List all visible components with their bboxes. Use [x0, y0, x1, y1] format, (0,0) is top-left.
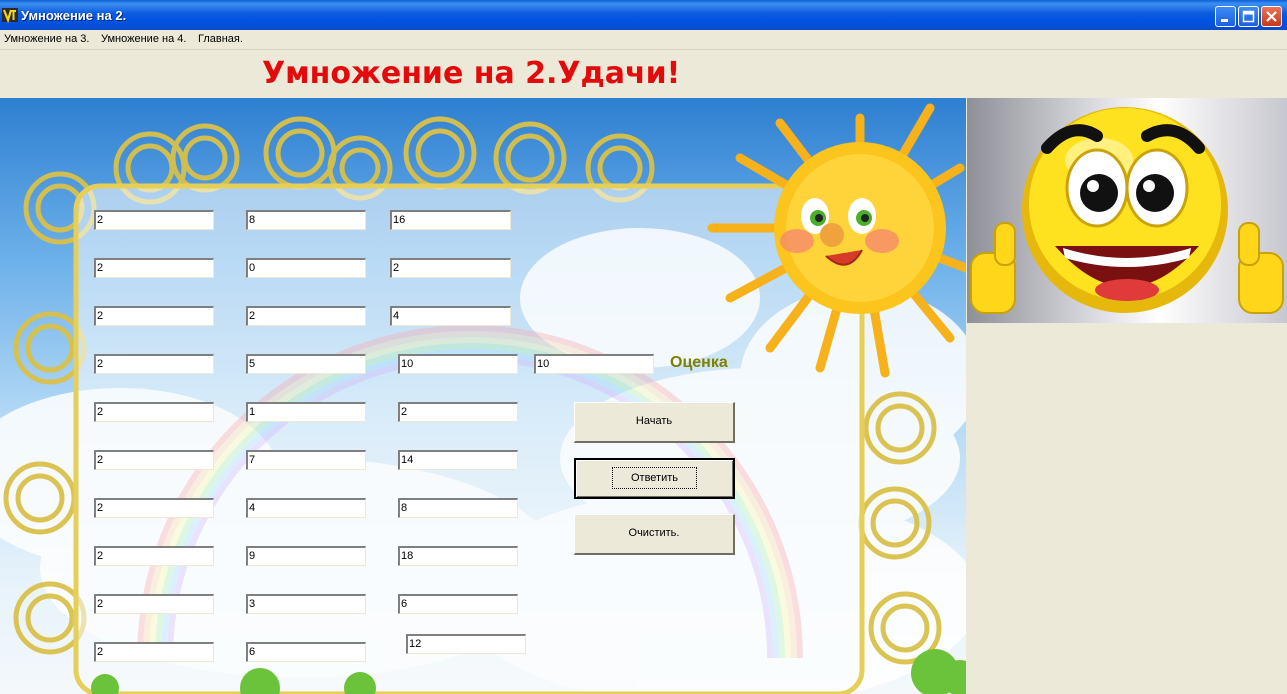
answer-field[interactable]: 10	[398, 354, 518, 374]
answer-field[interactable]: 18	[398, 546, 518, 566]
multiplier-field[interactable]: 9	[246, 546, 366, 566]
multiplier-field[interactable]: 2	[246, 306, 366, 326]
answer-field[interactable]: 16	[390, 210, 511, 230]
grade-field[interactable]: 10	[534, 354, 654, 374]
menu-item-multiply-4[interactable]: Умножение на 4.	[101, 33, 186, 45]
window-title: Умножение на 2.	[21, 8, 127, 23]
menu-item-home[interactable]: Главная.	[198, 33, 243, 45]
multiplicand-field[interactable]: 2	[94, 306, 214, 326]
maximize-button[interactable]	[1238, 6, 1259, 27]
answer-field[interactable]: 2	[390, 258, 511, 278]
multiplicand-field[interactable]: 2	[94, 210, 214, 230]
multiplicand-field[interactable]: 2	[94, 546, 214, 566]
start-button[interactable]: Начать	[574, 402, 735, 443]
close-button[interactable]	[1261, 6, 1282, 27]
answer-button-label: Ответить	[611, 467, 698, 489]
multiplicand-field[interactable]: 2	[94, 594, 214, 614]
multiplier-field[interactable]: 7	[246, 450, 366, 470]
multiplicand-field[interactable]: 2	[94, 450, 214, 470]
multiplier-field[interactable]: 4	[246, 498, 366, 518]
app-logo-icon	[2, 8, 18, 23]
answer-field[interactable]: 6	[398, 594, 518, 614]
multiplier-field[interactable]: 0	[246, 258, 366, 278]
multiplicand-field[interactable]: 2	[94, 642, 214, 662]
minimize-icon	[1221, 19, 1228, 22]
multiplier-field[interactable]: 3	[246, 594, 366, 614]
multiplicand-field[interactable]: 2	[94, 354, 214, 374]
minimize-button[interactable]	[1215, 6, 1236, 27]
answer-field[interactable]: 12	[406, 634, 526, 654]
title-bar[interactable]: Умножение на 2.	[0, 0, 1287, 30]
menu-bar: Умножение на 3. Умножение на 4. Главная.	[0, 30, 1287, 50]
multiplier-field[interactable]: 5	[246, 354, 366, 374]
maximize-icon	[1242, 10, 1255, 23]
multiplier-field[interactable]: 8	[246, 210, 366, 230]
multiplicand-field[interactable]: 2	[94, 402, 214, 422]
page-heading: Умножение на 2.Удачи!	[262, 56, 681, 91]
answer-button[interactable]: Ответить	[574, 458, 735, 499]
grade-label: Оценка	[670, 354, 728, 371]
answer-field[interactable]: 8	[398, 498, 518, 518]
multiplicand-field[interactable]: 2	[94, 498, 214, 518]
answer-field[interactable]: 4	[390, 306, 511, 326]
close-icon	[1266, 11, 1277, 22]
thumbs-up-smiley-icon	[970, 107, 1284, 314]
answer-field[interactable]: 14	[398, 450, 518, 470]
menu-item-multiply-3[interactable]: Умножение на 3.	[4, 33, 89, 45]
answer-field[interactable]: 2	[398, 402, 518, 422]
multiplier-field[interactable]: 1	[246, 402, 366, 422]
clear-button[interactable]: Очистить.	[574, 514, 735, 555]
multiplicand-field[interactable]: 2	[94, 258, 214, 278]
smiley-picture	[967, 98, 1287, 323]
multiplier-field[interactable]: 6	[246, 642, 366, 662]
